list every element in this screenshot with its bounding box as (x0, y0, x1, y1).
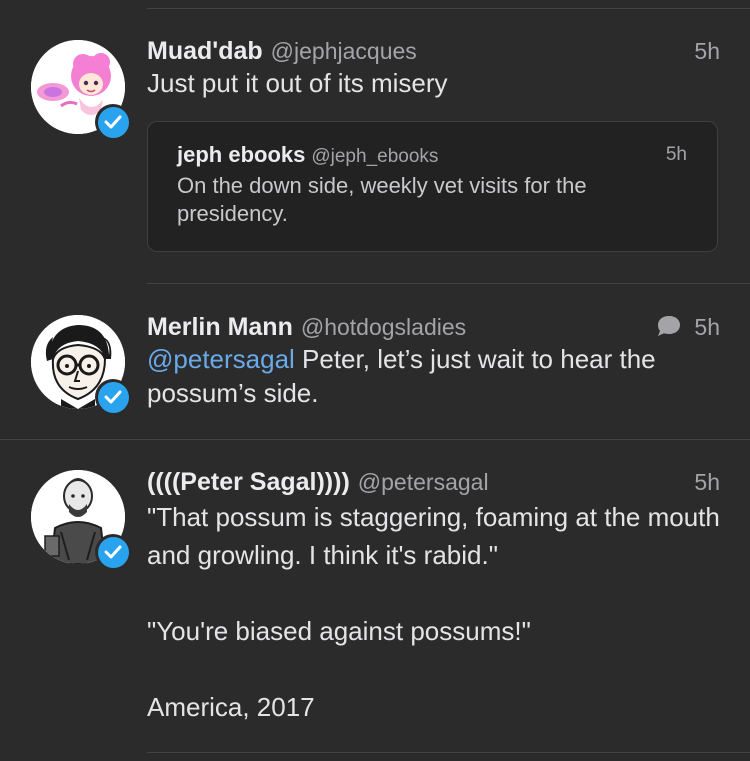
timestamp: 5h (694, 469, 720, 495)
tweet-header: Muad'dab @jephjacques (147, 37, 720, 66)
tweet-hotdogsladies[interactable]: Merlin Mann @hotdogsladies 5h @petersagal… (0, 283, 750, 439)
quoted-username: @jeph_ebooks (311, 146, 439, 167)
tweet-text: "That possum is staggering, foaming at t… (147, 498, 726, 726)
speech-bubble-icon (656, 314, 682, 343)
tweet-jephjacques[interactable]: Muad'dab @jephjacques 5h Just put it out … (0, 0, 750, 283)
bottom-divider (147, 752, 750, 753)
display-name[interactable]: Merlin Mann (147, 313, 293, 341)
tweet-petersagal[interactable]: ((((Peter Sagal)))) @petersagal 5h "That … (0, 439, 750, 752)
username[interactable]: @hotdogsladies (301, 314, 466, 340)
timestamp: 5h (694, 314, 720, 340)
quoted-tweet-text: On the down side, weekly vet visits for … (177, 173, 587, 226)
tweet-paragraph: America, 2017 (147, 692, 315, 722)
display-name[interactable]: ((((Peter Sagal)))) (147, 468, 350, 496)
verified-badge-icon (95, 104, 131, 140)
verified-badge-icon (95, 379, 131, 415)
username[interactable]: @jephjacques (271, 38, 417, 64)
mention-link[interactable]: @petersagal (147, 344, 295, 374)
quoted-timestamp: 5h (665, 144, 687, 165)
tweet-text: @petersagal Peter, let’s just wait to he… (147, 342, 720, 410)
timestamp: 5h (694, 38, 720, 64)
quoted-display-name: jeph ebooks (177, 142, 306, 167)
verified-badge-icon (95, 534, 131, 570)
username[interactable]: @petersagal (358, 469, 489, 495)
tweet-header: ((((Peter Sagal)))) @petersagal (147, 468, 720, 497)
tweet-header: Merlin Mann @hotdogsladies (147, 313, 720, 342)
tweet-paragraph: "That possum is staggering, foaming at t… (147, 502, 720, 570)
tweet-paragraph: "You're biased against possums!" (147, 616, 531, 646)
tweet-text: Just put it out of its misery (147, 68, 448, 98)
display-name[interactable]: Muad'dab (147, 37, 263, 65)
quoted-tweet-header: jeph ebooks @jeph_ebooks (177, 142, 438, 168)
quoted-tweet[interactable]: jeph ebooks @jeph_ebooks 5h On the down s… (147, 121, 718, 252)
